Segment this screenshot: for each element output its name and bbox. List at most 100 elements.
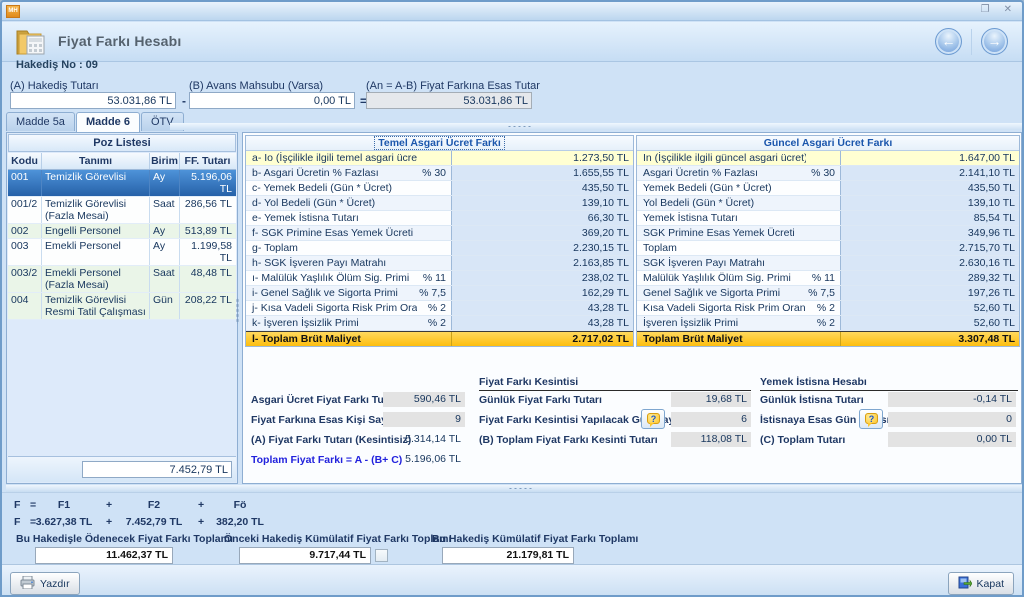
titlebar[interactable]: MH ❐ ✕ (2, 2, 1022, 21)
column-header-tanimi[interactable]: Tanımı (42, 153, 150, 169)
calc-row-percent: % 30 (417, 166, 451, 180)
vertical-splitter-grip-icon[interactable] (236, 298, 239, 324)
calc-row-percent (806, 241, 840, 255)
poz-code-cell: 003 (8, 239, 42, 265)
calc-row-value: 1.647,00 TL (840, 151, 1019, 165)
help-bubble-icon: ? (865, 413, 878, 424)
temel-table-title-text: Temel Asgari Ücret Farkı (374, 136, 505, 150)
calc-row: h- SGK İşveren Payı Matrahı 2.163,85 TL (246, 256, 633, 271)
poz-list-title: Poz Listesi (8, 134, 236, 152)
maximize-button[interactable]: ❐ (981, 4, 990, 15)
close-button[interactable]: Kapat (948, 572, 1014, 595)
poz-amount-cell: 1.199,58 TL (180, 239, 235, 265)
poz-unit-cell: Ay (150, 239, 180, 265)
poz-amount-cell: 513,89 TL (180, 224, 235, 238)
calc-row-label: h- SGK İşveren Payı Matrahı (246, 256, 417, 270)
calc-row-percent: % 7,5 (417, 286, 451, 300)
toplam-kesinti-value: 118,08 TL (671, 432, 751, 447)
column-header-birim[interactable]: Birim (150, 153, 180, 169)
nav-forward-button[interactable]: → (981, 28, 1008, 55)
calc-row-value: 43,28 TL (451, 301, 633, 315)
calc-row-percent: % 11 (806, 271, 840, 285)
calc-row: d- Yol Bedeli (Gün * Ücret) 139,10 TL (246, 196, 633, 211)
calc-row: Kısa Vadeli Sigorta Risk Prim Oranı % 2 … (637, 301, 1019, 316)
top-splitter[interactable] (170, 123, 1022, 130)
calc-row: Yol Bedeli (Gün * Ücret) 139,10 TL (637, 196, 1019, 211)
poz-code-cell: 001/2 (8, 197, 42, 223)
calc-row-value: 197,26 TL (840, 286, 1019, 300)
calc-row-value: 52,60 TL (840, 301, 1019, 315)
bottom-splitter[interactable] (6, 485, 1022, 492)
table-row[interactable]: 004 Temizlik Görevlisi Resmi Tatil Çalış… (8, 293, 236, 320)
avans-field[interactable]: 0,00 TL (189, 92, 355, 109)
tab-madde-5a[interactable]: Madde 5a (6, 112, 75, 131)
kesinti-help-button[interactable]: ? (641, 409, 665, 429)
calc-row: İşveren İşsizlik Primi % 2 52,60 TL (637, 316, 1019, 331)
calc-row-value: 85,54 TL (840, 211, 1019, 225)
calc-row: In (İşçilikle ilgili güncel asgari ücret… (637, 151, 1019, 166)
onceki-kumulatif-field[interactable]: 9.717,44 TL (239, 547, 371, 564)
calc-row-value: 349,96 TL (840, 226, 1019, 240)
column-header-kodu[interactable]: Kodu (8, 153, 42, 169)
asgari-ucret-fark-value: 590,46 TL (383, 392, 465, 407)
column-header-ff-tutari[interactable]: FF. Tutarı (180, 153, 235, 169)
calc-row-percent (806, 211, 840, 225)
guncel-total-label: Toplam Brüt Maliyet (637, 332, 840, 346)
calc-row: Malülük Yaşlılık Ölüm Sig. Primi % 11 28… (637, 271, 1019, 286)
calc-row-label: SGK İşveren Payı Matrahı (637, 256, 806, 270)
table-row[interactable]: 003 Emekli Personel Ay 1.199,58 TL (8, 239, 236, 266)
kumulatif-checkbox[interactable] (375, 549, 388, 562)
onceki-kumulatif-label: Önceki Hakediş Kümülatif Fiyat Farkı Top… (224, 533, 451, 545)
table-row[interactable]: 001/2 Temizlik Görevlisi (Fazla Mesai) S… (8, 197, 236, 224)
printer-icon (20, 576, 35, 592)
poz-description-cell: Emekli Personel (42, 239, 150, 265)
close-button-label: Kapat (977, 578, 1004, 590)
print-button-label: Yazdır (40, 578, 70, 590)
poz-list-header: Kodu Tanımı Birim FF. Tutarı (8, 153, 236, 170)
calc-row-percent (806, 256, 840, 270)
f2-total-field[interactable]: 7.452,79 TL (82, 461, 232, 478)
table-row[interactable]: 001 Temizlik Görevlisi Ay 5.196,06 TL (8, 170, 236, 197)
kesinti-section-title: Fiyat Farkı Kesintisi (479, 376, 751, 391)
toplam-fiyat-farki-value: 5.196,06 TL (383, 452, 465, 467)
tab-madde-6[interactable]: Madde 6 (76, 112, 140, 132)
poz-list-rows: 001 Temizlik Görevlisi Ay 5.196,06 TL 00… (8, 170, 236, 320)
calc-row: SGK Primine Esas Yemek Ücreti 349,96 TL (637, 226, 1019, 241)
gunluk-fiyat-farki-label: Günlük Fiyat Farkı Tutarı (479, 394, 602, 406)
table-row[interactable]: 003/2 Emekli Personel (Fazla Mesai) Saat… (8, 266, 236, 293)
bu-hakedis-odenecek-field[interactable]: 11.462,37 TL (35, 547, 173, 564)
app-window: MH ❐ ✕ Fiyat Farkı Hesabı ← → Hakediş No… (0, 0, 1024, 597)
calc-row-value: 139,10 TL (451, 196, 633, 210)
calc-row-value: 2.715,70 TL (840, 241, 1019, 255)
calc-row-percent (417, 196, 451, 210)
calc-row: j- Kısa Vadeli Sigorta Risk Prim Oranı %… (246, 301, 633, 316)
exit-icon (958, 576, 972, 592)
poz-unit-cell: Ay (150, 170, 180, 196)
calc-row-label: Genel Sağlık ve Sigorta Primi (637, 286, 806, 300)
poz-description-cell: Emekli Personel (Fazla Mesai) (42, 266, 150, 292)
print-button[interactable]: Yazdır (10, 572, 80, 595)
calc-row-label: İşveren İşsizlik Primi (637, 316, 806, 330)
nav-back-button[interactable]: ← (935, 28, 962, 55)
avans-label: (B) Avans Mahsubu (Varsa) (189, 80, 323, 92)
calc-row-label: f- SGK Primine Esas Yemek Ücreti (246, 226, 417, 240)
close-window-button[interactable]: ✕ (1004, 4, 1012, 15)
hakedis-amount-field[interactable]: 53.031,86 TL (10, 92, 176, 109)
calc-row-value: 139,10 TL (840, 196, 1019, 210)
formula-f1-value: 3.627,38 TL (30, 516, 98, 528)
calc-row: Genel Sağlık ve Sigorta Primi % 7,5 197,… (637, 286, 1019, 301)
formula-f-2: F (14, 516, 20, 528)
poz-description-cell: Temizlik Görevlisi Resmi Tatil Çalışması (42, 293, 150, 319)
formula-f: F (14, 499, 20, 511)
calc-row-label: SGK Primine Esas Yemek Ücreti (637, 226, 806, 240)
toplam-fiyat-farki-label: Toplam Fiyat Farkı = A - (B+ C) (251, 454, 402, 466)
istisna-help-button[interactable]: ? (859, 409, 883, 429)
temel-total-value: 2.717,02 TL (451, 332, 633, 346)
bu-hakedis-odenecek-label: Bu Hakedişle Ödenecek Fiyat Farkı Toplam… (16, 533, 233, 545)
table-row[interactable]: 002 Engelli Personel Ay 513,89 TL (8, 224, 236, 239)
calc-row: c- Yemek Bedeli (Gün * Ücret) 435,50 TL (246, 181, 633, 196)
calc-row-label: Kısa Vadeli Sigorta Risk Prim Oranı (637, 301, 806, 315)
bu-kumulatif-field[interactable]: 21.179,81 TL (442, 547, 574, 564)
poz-code-cell: 003/2 (8, 266, 42, 292)
poz-unit-cell: Saat (150, 266, 180, 292)
